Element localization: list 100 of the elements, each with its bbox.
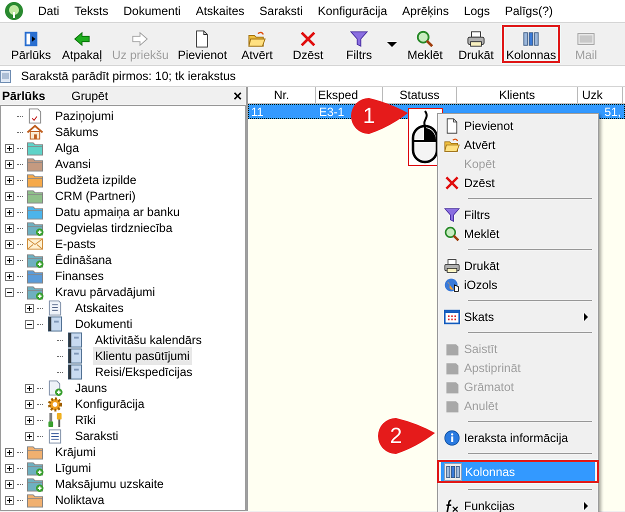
column-header[interactable]: Uzk bbox=[582, 87, 603, 104]
menu-item[interactable]: Atvērt bbox=[440, 135, 596, 154]
menu-item[interactable]: Palīgs(?) bbox=[504, 2, 554, 20]
toolbar-button[interactable]: Filtrs bbox=[334, 25, 384, 63]
printer-icon bbox=[444, 258, 460, 274]
tree-item[interactable]: Līgumi bbox=[53, 459, 94, 477]
plus-icon bbox=[6, 496, 13, 504]
expander[interactable] bbox=[5, 224, 14, 232]
panel-tab[interactable]: Grupēt bbox=[71, 87, 108, 105]
expander[interactable] bbox=[25, 384, 34, 392]
envelope-icon bbox=[26, 236, 44, 252]
tree-item[interactable]: CRM (Partneri) bbox=[53, 187, 138, 205]
plus-icon bbox=[26, 384, 33, 392]
tree-item[interactable]: Paziņojumi bbox=[53, 107, 116, 125]
close-button[interactable]: × bbox=[233, 88, 242, 104]
toolbar-button[interactable]: Pievienot bbox=[174, 25, 232, 63]
book-icon bbox=[66, 332, 84, 348]
menu-item[interactable]: Ieraksta informācija bbox=[440, 428, 596, 447]
tree-item[interactable]: Maksājumu uzskaite bbox=[53, 475, 166, 493]
plus-icon bbox=[6, 240, 13, 248]
menu-item[interactable]: Filtrs bbox=[440, 205, 596, 224]
expander[interactable] bbox=[5, 256, 14, 264]
tree-item[interactable]: Budžeta izpilde bbox=[53, 171, 138, 189]
tree-item[interactable]: Sākums bbox=[53, 123, 100, 141]
menu-item[interactable]: Saraksti bbox=[258, 2, 304, 20]
caret-icon bbox=[387, 42, 398, 46]
expander[interactable] bbox=[5, 480, 14, 488]
tree-item[interactable]: Krājumi bbox=[53, 443, 98, 461]
panel-icon bbox=[22, 30, 40, 48]
expander[interactable] bbox=[25, 304, 34, 312]
expander[interactable] bbox=[5, 240, 14, 248]
column-header[interactable]: Nr. bbox=[274, 87, 290, 104]
house-icon bbox=[26, 124, 44, 140]
plus-icon bbox=[6, 464, 13, 472]
tree-item[interactable]: Alga bbox=[53, 139, 82, 157]
menu-item[interactable]: Skats bbox=[440, 307, 596, 326]
menu-item[interactable]: Dokumenti bbox=[122, 2, 182, 20]
info-icon bbox=[444, 430, 460, 446]
tree-item[interactable]: Noliktava bbox=[53, 491, 106, 509]
tree-item[interactable]: E-pasts bbox=[53, 235, 98, 253]
column-header[interactable]: Klients bbox=[498, 87, 536, 104]
tree-item[interactable]: Konfigurācija bbox=[73, 395, 146, 413]
expander[interactable] bbox=[5, 464, 14, 472]
menu-item[interactable]: Meklēt bbox=[440, 224, 596, 243]
folder-icon bbox=[248, 30, 266, 48]
plus-icon bbox=[6, 256, 13, 264]
expander[interactable] bbox=[25, 400, 34, 408]
tree-item[interactable]: Rīki bbox=[73, 411, 98, 429]
menu-item[interactable]: Pievienot bbox=[440, 116, 596, 135]
toolbar-button[interactable]: Meklēt bbox=[400, 25, 450, 63]
menu-item[interactable]: Teksts bbox=[73, 2, 110, 20]
tree-item[interactable]: Kravu pārvadājumi bbox=[53, 283, 158, 301]
menu-item[interactable]: iOzols bbox=[440, 275, 596, 294]
tree-item[interactable]: Atskaites bbox=[73, 299, 126, 317]
plus-icon bbox=[26, 416, 33, 424]
plus-icon bbox=[6, 176, 13, 184]
tree-item[interactable]: Ēdināšana bbox=[53, 251, 114, 269]
notice-icon bbox=[26, 108, 44, 124]
tree-item[interactable]: Jauns bbox=[73, 379, 110, 397]
menu-item[interactable]: Dzēst bbox=[440, 173, 596, 192]
left-arrow-icon bbox=[73, 30, 91, 48]
tree-item[interactable]: Saraksti bbox=[73, 427, 120, 445]
tree-item[interactable]: Dokumenti bbox=[73, 315, 134, 333]
toolbar-button[interactable]: Atvērt bbox=[232, 25, 282, 63]
plus-icon bbox=[26, 432, 33, 440]
expander[interactable] bbox=[5, 448, 14, 456]
expander[interactable] bbox=[25, 320, 34, 328]
menu-item[interactable]: Konfigurācija bbox=[316, 2, 388, 20]
tree-item[interactable]: Finanses bbox=[53, 267, 106, 285]
toolbar-button[interactable]: Atpakaļ bbox=[57, 25, 107, 63]
expander[interactable] bbox=[5, 176, 14, 184]
toolbar-button[interactable]: Pārlūks bbox=[6, 25, 56, 63]
panel-tab[interactable]: Pārlūks bbox=[2, 87, 46, 105]
expander[interactable] bbox=[5, 288, 14, 296]
toolbar-button[interactable]: Dzēst bbox=[283, 25, 334, 63]
menu-item[interactable]: Dati bbox=[37, 2, 60, 20]
menu-item[interactable]: Drukāt bbox=[440, 256, 596, 275]
expander[interactable] bbox=[25, 432, 34, 440]
tree-item[interactable]: Degvielas tirdzniecība bbox=[53, 219, 174, 237]
table-cell-text: E3-1 bbox=[319, 104, 344, 120]
toolbar-button[interactable]: Drukāt bbox=[451, 25, 502, 63]
expander[interactable] bbox=[5, 144, 14, 152]
expander[interactable] bbox=[5, 192, 14, 200]
menu-item[interactable]: Atskaites bbox=[194, 2, 246, 20]
tree-item[interactable]: Aktivitāšu kalendārs bbox=[93, 331, 204, 349]
tree-item[interactable]: Klientu pasūtījumi bbox=[93, 347, 192, 365]
expander[interactable] bbox=[5, 272, 14, 280]
expander[interactable] bbox=[25, 416, 34, 424]
menu-item[interactable]: Aprēķins bbox=[401, 2, 450, 20]
document-icon bbox=[444, 118, 460, 134]
toolbar-button[interactable]: Kolonnas bbox=[502, 25, 560, 63]
tree-item[interactable]: Datu apmaiņa ar banku bbox=[53, 203, 182, 221]
tree-item[interactable]: Reisi/Ekspedīcijas bbox=[93, 363, 194, 381]
tree-item[interactable]: Avansi bbox=[53, 155, 93, 173]
expander[interactable] bbox=[5, 208, 14, 216]
expander[interactable] bbox=[5, 160, 14, 168]
menu-item[interactable]: Funkcijas bbox=[440, 496, 596, 512]
plus-icon bbox=[6, 272, 13, 280]
menu-item[interactable]: Logs bbox=[462, 2, 491, 20]
expander[interactable] bbox=[5, 496, 14, 504]
